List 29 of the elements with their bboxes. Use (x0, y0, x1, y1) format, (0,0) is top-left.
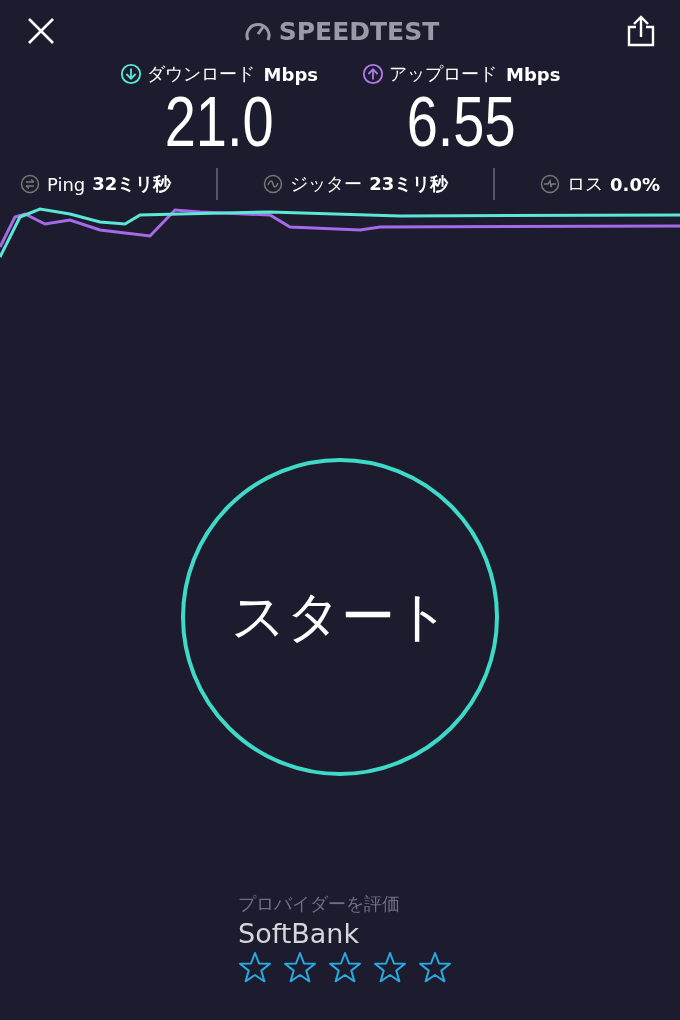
stat-value: 23ミリ秒 (369, 172, 449, 196)
metric-label: ダウンロード (146, 62, 255, 86)
stat-value: 0.0% (610, 173, 660, 195)
metric-value: 6.55 (406, 86, 516, 158)
star-icon (283, 951, 317, 983)
star-icon (328, 951, 362, 983)
star-icon (373, 951, 407, 983)
unit-label: Mbps (263, 63, 318, 85)
star-icon (238, 951, 272, 983)
provider-name: SoftBank (238, 918, 360, 949)
ping-icon (20, 174, 40, 194)
loss-icon (540, 174, 561, 194)
close-button[interactable] (26, 16, 56, 46)
download-icon (119, 63, 142, 85)
jitter-icon (263, 174, 284, 194)
star-icon (418, 951, 452, 983)
stat-label: Ping (47, 173, 86, 195)
stat-label: ジッター (290, 172, 363, 196)
app-title: SPEEDTEST (278, 16, 440, 46)
rate-provider-label: プロバイダーを評価 (238, 892, 400, 916)
start-button[interactable]: スタート (181, 458, 499, 776)
stat-label: ロス (567, 172, 604, 196)
metric-label: アップロード (389, 62, 497, 86)
stat-value: 32ミリ秒 (92, 172, 172, 196)
share-button[interactable] (626, 15, 656, 47)
metric-value: 21.0 (164, 86, 274, 158)
unit-label: Mbps (506, 63, 561, 85)
star-rating[interactable] (238, 951, 452, 983)
upload-icon (362, 63, 384, 85)
